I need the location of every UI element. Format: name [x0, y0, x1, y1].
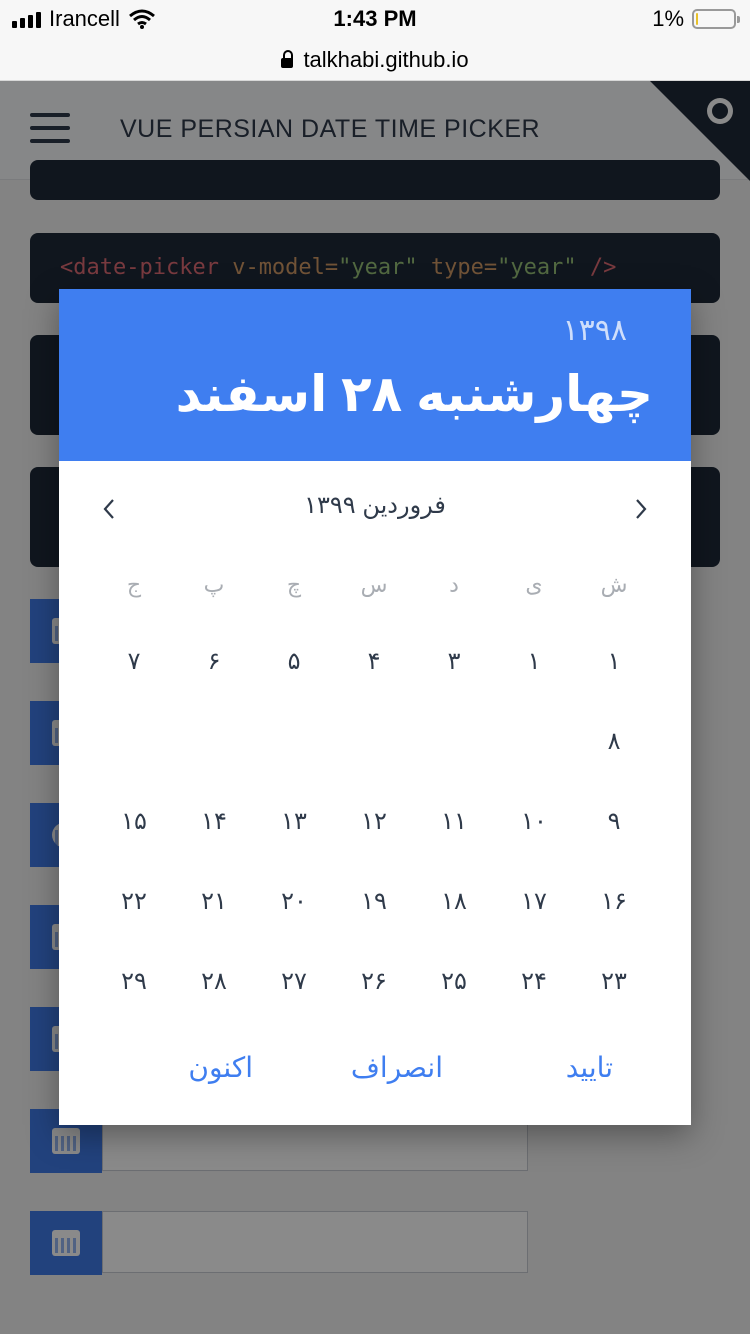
- day-cell[interactable]: ۲۴: [494, 941, 574, 1021]
- next-month-button[interactable]: [627, 495, 655, 523]
- day-cell[interactable]: ۱۱: [414, 781, 494, 861]
- day-cell[interactable]: ۱۵: [94, 781, 174, 861]
- day-cell[interactable]: ۱۷: [494, 861, 574, 941]
- day-cell[interactable]: ۱۸: [414, 861, 494, 941]
- chevron-right-icon: [636, 499, 647, 519]
- submit-button[interactable]: تایید: [566, 1051, 613, 1084]
- chevron-left-icon: [103, 499, 114, 519]
- cancel-button[interactable]: انصراف: [351, 1051, 443, 1084]
- day-cell[interactable]: ۲۱: [174, 861, 254, 941]
- empty-cell: [334, 701, 414, 781]
- week-row: ۲۳ ۲۴ ۲۵ ۲۶ ۲۷ ۲۸ ۲۹: [94, 941, 654, 1021]
- day-cell[interactable]: ۱: [494, 621, 574, 701]
- day-cell[interactable]: ۱۰: [494, 781, 574, 861]
- day-cell[interactable]: ۷: [94, 621, 174, 701]
- weekday-row: ش ی د س چ پ ج: [94, 545, 654, 621]
- day-cell[interactable]: ۲۷: [254, 941, 334, 1021]
- weekday-label: ش: [600, 572, 628, 597]
- month-navigation: فروردین ۱۳۹۹: [59, 489, 691, 529]
- week-row: ۱ ۱ ۳ ۴ ۵ ۶ ۷: [94, 621, 654, 701]
- status-bar: Irancell 1:43 PM 1%: [0, 0, 750, 40]
- day-cell[interactable]: ۱۲: [334, 781, 414, 861]
- battery-percent: 1%: [652, 6, 684, 31]
- weekday-label: پ: [203, 572, 225, 597]
- day-cell[interactable]: ۲۸: [174, 941, 254, 1021]
- day-cell[interactable]: ۳: [414, 621, 494, 701]
- empty-cell: [174, 701, 254, 781]
- day-cell[interactable]: ۶: [174, 621, 254, 701]
- day-cell[interactable]: ۱: [574, 621, 654, 701]
- day-cell[interactable]: ۱۴: [174, 781, 254, 861]
- empty-cell: [254, 701, 334, 781]
- month-label[interactable]: فروردین ۱۳۹۹: [59, 491, 691, 520]
- url-bar[interactable]: talkhabi.github.io: [0, 40, 750, 81]
- day-cell[interactable]: ۱۶: [574, 861, 654, 941]
- weekday-label: د: [449, 572, 459, 597]
- empty-cell: [414, 701, 494, 781]
- week-row: ۸: [94, 701, 654, 781]
- day-cell[interactable]: ۲۰: [254, 861, 334, 941]
- url-domain: talkhabi.github.io: [303, 47, 469, 72]
- day-cell[interactable]: ۴: [334, 621, 414, 701]
- dialog-actions: تایید انصراف اکنون: [59, 1051, 691, 1091]
- week-row: ۱۶ ۱۷ ۱۸ ۱۹ ۲۰ ۲۱ ۲۲: [94, 861, 654, 941]
- battery-icon: [692, 9, 740, 29]
- empty-cell: [494, 701, 574, 781]
- picker-header: ۱۳۹۸ چهارشنبه ۲۸ اسفند: [59, 289, 691, 461]
- day-cell[interactable]: ۸: [574, 701, 654, 781]
- weekday-label: چ: [286, 572, 302, 597]
- now-button[interactable]: اکنون: [188, 1051, 253, 1084]
- day-cell[interactable]: ۲۶: [334, 941, 414, 1021]
- calendar-grid: ش ی د س چ پ ج ۱ ۱ ۳ ۴ ۵ ۶ ۷ ۸ ۹ ۱۰ ۱۱ ۱۲…: [94, 545, 654, 1021]
- weekday-label: س: [360, 572, 388, 597]
- date-picker-dialog: ۱۳۹۸ چهارشنبه ۲۸ اسفند فروردین ۱۳۹۹ ش ی …: [59, 289, 691, 1125]
- lock-icon: [281, 50, 294, 68]
- empty-cell: [94, 701, 174, 781]
- weekday-label: ج: [126, 572, 142, 597]
- clock: 1:43 PM: [333, 6, 417, 31]
- day-cell[interactable]: ۲۵: [414, 941, 494, 1021]
- prev-month-button[interactable]: [95, 495, 123, 523]
- selected-year[interactable]: ۱۳۹۸: [563, 313, 627, 348]
- selected-date: چهارشنبه ۲۸ اسفند: [175, 366, 653, 422]
- week-row: ۹ ۱۰ ۱۱ ۱۲ ۱۳ ۱۴ ۱۵: [94, 781, 654, 861]
- day-cell[interactable]: ۲۲: [94, 861, 174, 941]
- day-cell[interactable]: ۵: [254, 621, 334, 701]
- day-cell[interactable]: ۹: [574, 781, 654, 861]
- day-cell[interactable]: ۲۳: [574, 941, 654, 1021]
- weekday-label: ی: [525, 572, 543, 597]
- day-cell[interactable]: ۲۹: [94, 941, 174, 1021]
- day-cell[interactable]: ۱۹: [334, 861, 414, 941]
- day-cell[interactable]: ۱۳: [254, 781, 334, 861]
